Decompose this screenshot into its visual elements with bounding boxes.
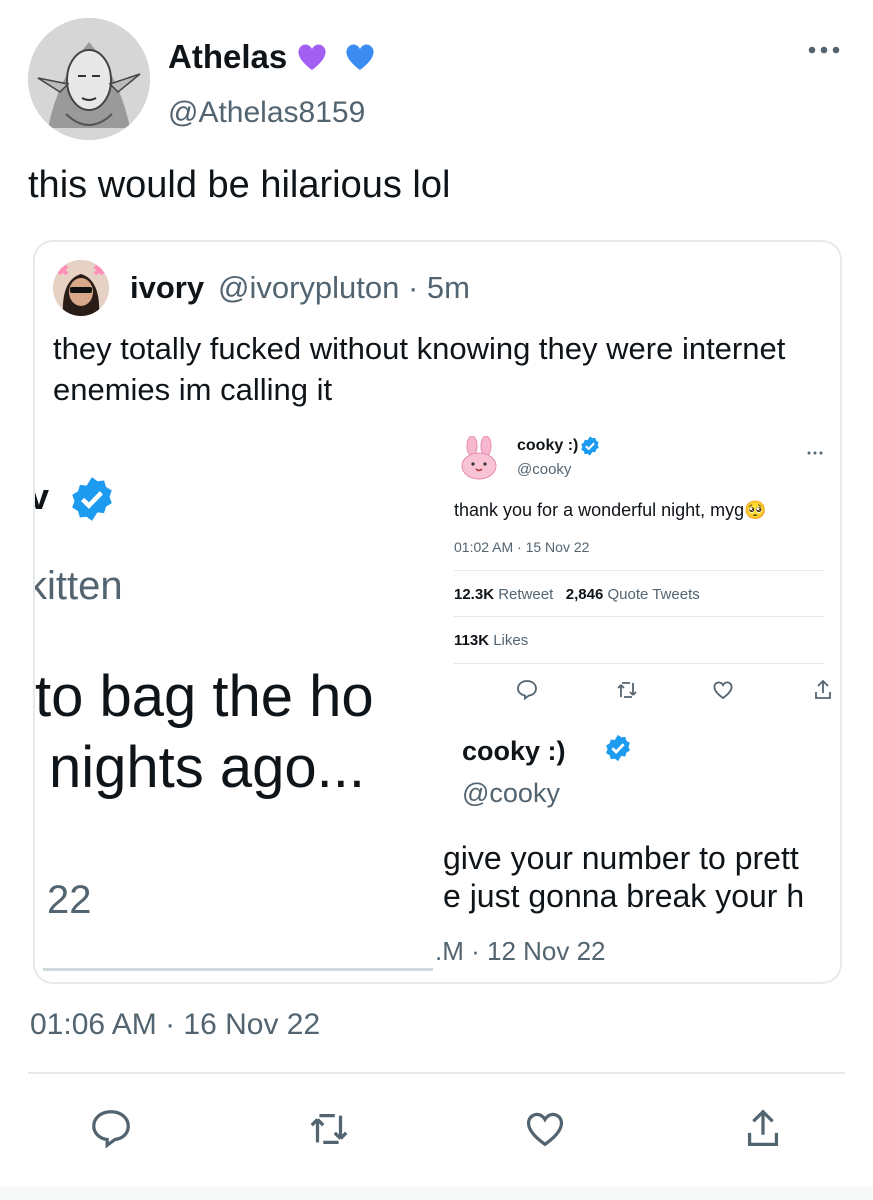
cooky-tweet-date: .M · 12 Nov 22 — [435, 936, 606, 966]
divider — [43, 968, 433, 971]
cooky-text-line-2: e just gonna break your h — [443, 878, 805, 914]
share-icon[interactable] — [740, 1106, 786, 1152]
divider — [454, 616, 824, 617]
verified-badge-icon — [579, 435, 601, 462]
author-display-name[interactable]: Athelas — [168, 38, 376, 80]
retweet-label: Retweet — [498, 586, 554, 603]
blue-heart-icon — [344, 42, 376, 80]
quoted-tweet-card[interactable]: ivory @ivorypluton · 5m they totally fuc… — [33, 240, 842, 984]
cooky-avatar — [459, 435, 499, 480]
cooky-name-large: cooky :) — [462, 736, 566, 766]
likes-label: Likes — [493, 632, 529, 649]
reply-icon[interactable] — [88, 1106, 134, 1152]
cropped-text-line-2: nights ago... — [49, 735, 365, 800]
retweet-icon[interactable] — [306, 1106, 352, 1152]
quote-label: Quote Tweets — [607, 586, 700, 603]
cropped-name: v — [35, 476, 49, 518]
quoted-author-avatar[interactable] — [53, 260, 109, 316]
attached-image-left[interactable]: v kitten to bag the ho nights ago... 22 — [35, 420, 435, 980]
quoted-author-name[interactable]: ivory — [130, 270, 204, 306]
more-icon[interactable] — [808, 42, 840, 60]
cooky-tweet-time: 01:02 AM · 15 Nov 22 — [454, 539, 590, 555]
tweet-timestamp[interactable]: 01:06 AM · 16 Nov 22 — [30, 1008, 320, 1042]
like-icon — [711, 678, 735, 707]
like-icon[interactable] — [522, 1106, 568, 1152]
quote-count: 2,846 — [565, 586, 604, 603]
author-handle[interactable]: @Athelas8159 — [168, 96, 365, 130]
display-name-text: Athelas — [168, 38, 288, 75]
more-icon — [807, 442, 823, 460]
retweet-count: 12.3K — [454, 586, 495, 603]
cooky-handle: @cooky — [517, 461, 572, 478]
cooky-action-bar — [475, 678, 831, 708]
verified-badge-icon — [603, 733, 633, 768]
reply-icon — [515, 678, 539, 707]
quoted-tweet-text: they totally fucked without knowing they… — [53, 331, 786, 407]
quoted-author-handle-time: @ivorypluton · 5m — [218, 270, 470, 305]
divider — [28, 1072, 845, 1074]
cropped-handle: kitten — [35, 564, 123, 608]
author-avatar[interactable] — [28, 18, 150, 140]
share-icon — [811, 678, 835, 707]
cropped-date: 22 — [47, 878, 92, 922]
cooky-text-line-1: give your number to prett — [443, 840, 799, 876]
cooky-handle-large: @cooky — [462, 778, 560, 808]
bottom-divider — [0, 1186, 873, 1200]
cooky-name: cooky :) — [517, 437, 579, 454]
engagement-stats: 12.3K Retweet 2,846 Quote Tweets — [454, 586, 700, 603]
tweet-text: this would be hilarious lol — [28, 164, 451, 206]
cooky-tweet-text: thank you for a wonderful night, myg🥺 — [454, 500, 767, 520]
attached-image-right[interactable]: cooky :) @cooky thank you for a wonderfu… — [435, 420, 840, 980]
divider — [454, 570, 824, 571]
cropped-text-line-1: to bag the ho — [35, 664, 374, 729]
likes-count: 113K — [454, 632, 490, 649]
divider — [454, 663, 824, 664]
retweet-icon — [615, 678, 639, 707]
verified-badge-icon — [67, 474, 117, 529]
purple-heart-icon — [296, 42, 328, 80]
likes-stats: 113K Likes — [454, 632, 528, 649]
